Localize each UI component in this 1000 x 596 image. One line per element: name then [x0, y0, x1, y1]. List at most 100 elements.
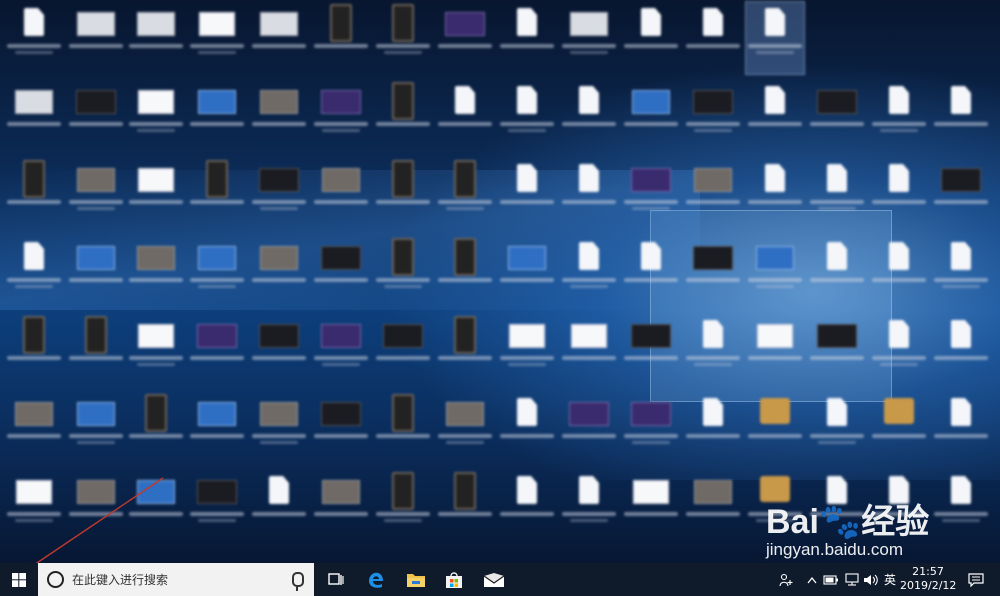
desktop-icon[interactable] [250, 236, 308, 308]
desktop-icon[interactable] [127, 470, 185, 542]
desktop-icon[interactable] [312, 392, 370, 464]
desktop-icon[interactable] [67, 470, 125, 542]
desktop-icon[interactable] [127, 158, 185, 230]
desktop-icon[interactable] [5, 80, 63, 152]
desktop-icon[interactable] [188, 470, 246, 542]
desktop-icon[interactable] [312, 314, 370, 386]
desktop-icon[interactable] [188, 158, 246, 230]
desktop-icon[interactable] [808, 314, 866, 386]
desktop-icon[interactable] [498, 392, 556, 464]
desktop-icon[interactable] [374, 236, 432, 308]
desktop-icon[interactable] [498, 80, 556, 152]
people-button[interactable] [776, 563, 796, 596]
desktop-icon[interactable] [622, 470, 680, 542]
desktop-icon[interactable] [67, 314, 125, 386]
desktop-icon[interactable] [684, 2, 742, 74]
desktop-icon[interactable] [250, 2, 308, 74]
desktop-icon[interactable] [374, 314, 432, 386]
desktop-icon[interactable] [127, 80, 185, 152]
desktop-icon[interactable] [374, 392, 432, 464]
volume-button[interactable] [862, 563, 880, 596]
desktop-icon[interactable] [5, 314, 63, 386]
desktop-icon[interactable] [808, 80, 866, 152]
task-view-button[interactable] [316, 563, 356, 596]
desktop-icon[interactable] [5, 2, 63, 74]
desktop-icon[interactable] [5, 158, 63, 230]
desktop-icon[interactable] [684, 392, 742, 464]
desktop-icon[interactable] [250, 80, 308, 152]
desktop-icon[interactable] [188, 2, 246, 74]
desktop-icon[interactable] [746, 314, 804, 386]
desktop-icon[interactable] [436, 158, 494, 230]
desktop-icon[interactable] [560, 158, 618, 230]
desktop-icon[interactable] [498, 314, 556, 386]
desktop-icon[interactable] [312, 80, 370, 152]
desktop-icon[interactable] [312, 470, 370, 542]
desktop-icon[interactable] [622, 158, 680, 230]
mail-button[interactable] [474, 563, 514, 596]
desktop-icon[interactable] [127, 2, 185, 74]
desktop-icon[interactable] [684, 314, 742, 386]
desktop-icon[interactable] [436, 314, 494, 386]
desktop-icon[interactable] [932, 158, 990, 230]
desktop-icon[interactable] [67, 158, 125, 230]
desktop-icon[interactable] [932, 392, 990, 464]
desktop-icon[interactable] [67, 80, 125, 152]
desktop-icon[interactable] [374, 158, 432, 230]
desktop-icon[interactable] [498, 470, 556, 542]
desktop-icon[interactable] [188, 314, 246, 386]
desktop-icon[interactable] [560, 314, 618, 386]
desktop-icon[interactable] [250, 470, 308, 542]
desktop-icon[interactable] [127, 314, 185, 386]
desktop-icon[interactable] [374, 470, 432, 542]
desktop-icon[interactable] [684, 236, 742, 308]
clock[interactable]: 21:57 2019/2/12 [900, 565, 956, 593]
desktop-icon[interactable] [932, 80, 990, 152]
start-button[interactable] [0, 563, 38, 596]
desktop-icon[interactable] [622, 392, 680, 464]
desktop-icon[interactable] [746, 392, 804, 464]
desktop-icon[interactable] [622, 236, 680, 308]
desktop-icon[interactable] [250, 314, 308, 386]
desktop-icon[interactable] [67, 236, 125, 308]
desktop-icon[interactable] [5, 470, 63, 542]
desktop-icon[interactable] [870, 80, 928, 152]
desktop-icon[interactable] [870, 158, 928, 230]
desktop-icon[interactable] [684, 80, 742, 152]
desktop-icon[interactable] [808, 236, 866, 308]
desktop-icon[interactable] [312, 2, 370, 74]
desktop-icon[interactable] [622, 80, 680, 152]
battery-button[interactable] [822, 563, 840, 596]
store-button[interactable] [434, 563, 474, 596]
action-center-button[interactable] [962, 563, 990, 596]
desktop-icon[interactable] [374, 2, 432, 74]
desktop-icon[interactable] [684, 158, 742, 230]
desktop-icon[interactable] [436, 236, 494, 308]
desktop-icon[interactable] [498, 158, 556, 230]
desktop-icon[interactable] [436, 470, 494, 542]
desktop-icon[interactable] [870, 314, 928, 386]
desktop-icon[interactable] [127, 236, 185, 308]
ime-indicator[interactable]: 英 [881, 563, 899, 596]
desktop-icon[interactable] [808, 158, 866, 230]
desktop-icon[interactable] [250, 158, 308, 230]
desktop-icon[interactable] [312, 158, 370, 230]
desktop-icon[interactable] [5, 392, 63, 464]
desktop-icon[interactable] [374, 80, 432, 152]
desktop-icon[interactable] [560, 470, 618, 542]
desktop-icon[interactable] [932, 236, 990, 308]
desktop-icon[interactable] [622, 2, 680, 74]
desktop-icon[interactable] [870, 236, 928, 308]
desktop-icon[interactable] [745, 1, 805, 75]
desktop-icon[interactable] [746, 158, 804, 230]
desktop-icon[interactable] [498, 236, 556, 308]
desktop-icon[interactable] [188, 392, 246, 464]
desktop-icon[interactable] [127, 392, 185, 464]
desktop-icon[interactable] [436, 2, 494, 74]
show-hidden-icons-button[interactable] [804, 563, 820, 596]
desktop-icon[interactable] [684, 470, 742, 542]
desktop-icon[interactable] [498, 2, 556, 74]
desktop-icon[interactable] [67, 392, 125, 464]
desktop-icon[interactable] [808, 392, 866, 464]
edge-button[interactable] [356, 563, 396, 596]
